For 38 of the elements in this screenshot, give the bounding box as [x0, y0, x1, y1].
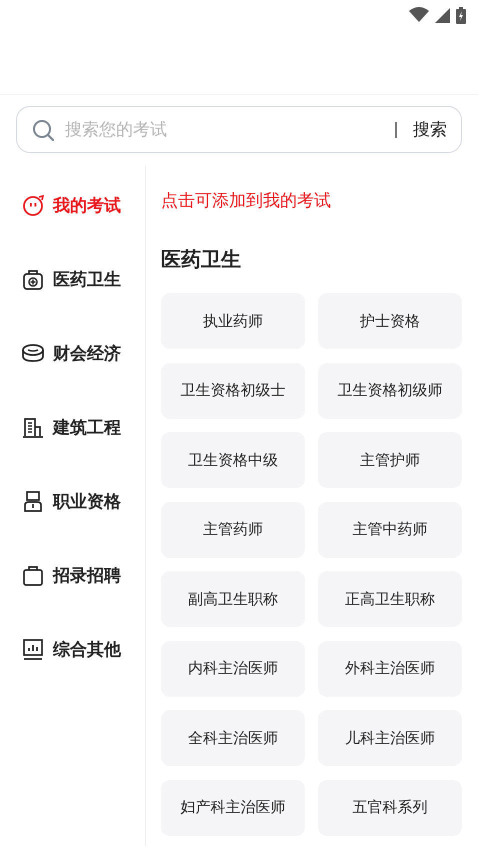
wifi-icon [409, 7, 429, 23]
sidebar-item[interactable]: 招录招聘 [0, 538, 145, 612]
sidebar-item[interactable]: 财会经济 [0, 316, 145, 390]
exam-button[interactable]: 执业药师 [161, 293, 305, 349]
sidebar-item[interactable]: 综合其他 [0, 612, 145, 686]
chart-icon [22, 638, 44, 660]
exam-button[interactable]: 正高卫生职称 [318, 571, 462, 627]
exam-button[interactable]: 内科主治医师 [161, 640, 305, 696]
exam-button[interactable]: 全科主治医师 [161, 710, 305, 766]
exam-button[interactable]: 护士资格 [318, 293, 462, 349]
battery-icon [456, 6, 466, 24]
medical-bag-icon [22, 268, 44, 290]
coins-icon [22, 342, 44, 364]
search-button[interactable]: 搜索 [413, 118, 447, 141]
section-title: 医药卫生 [161, 246, 242, 273]
exam-button[interactable]: 主管中药师 [318, 502, 462, 558]
face-icon [22, 194, 44, 216]
sidebar-item[interactable]: 建筑工程 [0, 390, 145, 464]
search-icon [32, 118, 54, 140]
exam-button[interactable]: 卫生资格初级士 [161, 362, 305, 418]
person-icon [22, 490, 44, 512]
sidebar-item[interactable]: 医药卫生 [0, 242, 145, 316]
sidebar-item[interactable]: 我的考试 [0, 168, 145, 242]
exam-button[interactable]: 五官科系列 [318, 780, 462, 836]
exam-button[interactable]: 外科主治医师 [318, 640, 462, 696]
exam-button[interactable]: 妇产科主治医师 [161, 780, 305, 836]
exam-button[interactable]: 主管护师 [318, 432, 462, 488]
search-field[interactable]: 搜索您的考试 搜索 [16, 106, 462, 153]
signal-icon [435, 8, 450, 22]
briefcase-icon [22, 564, 44, 586]
exam-button[interactable]: 副高卫生职称 [161, 571, 305, 627]
exam-button[interactable]: 儿科主治医师 [318, 710, 462, 766]
exam-button[interactable]: 主管药师 [161, 502, 305, 558]
exam-button[interactable]: 卫生资格初级师 [318, 362, 462, 418]
building-icon [22, 416, 44, 438]
exam-button[interactable]: 卫生资格中级 [161, 432, 305, 488]
sidebar-item[interactable]: 职业资格 [0, 464, 145, 538]
hint-text: 点击可添加到我的考试 [161, 190, 332, 212]
